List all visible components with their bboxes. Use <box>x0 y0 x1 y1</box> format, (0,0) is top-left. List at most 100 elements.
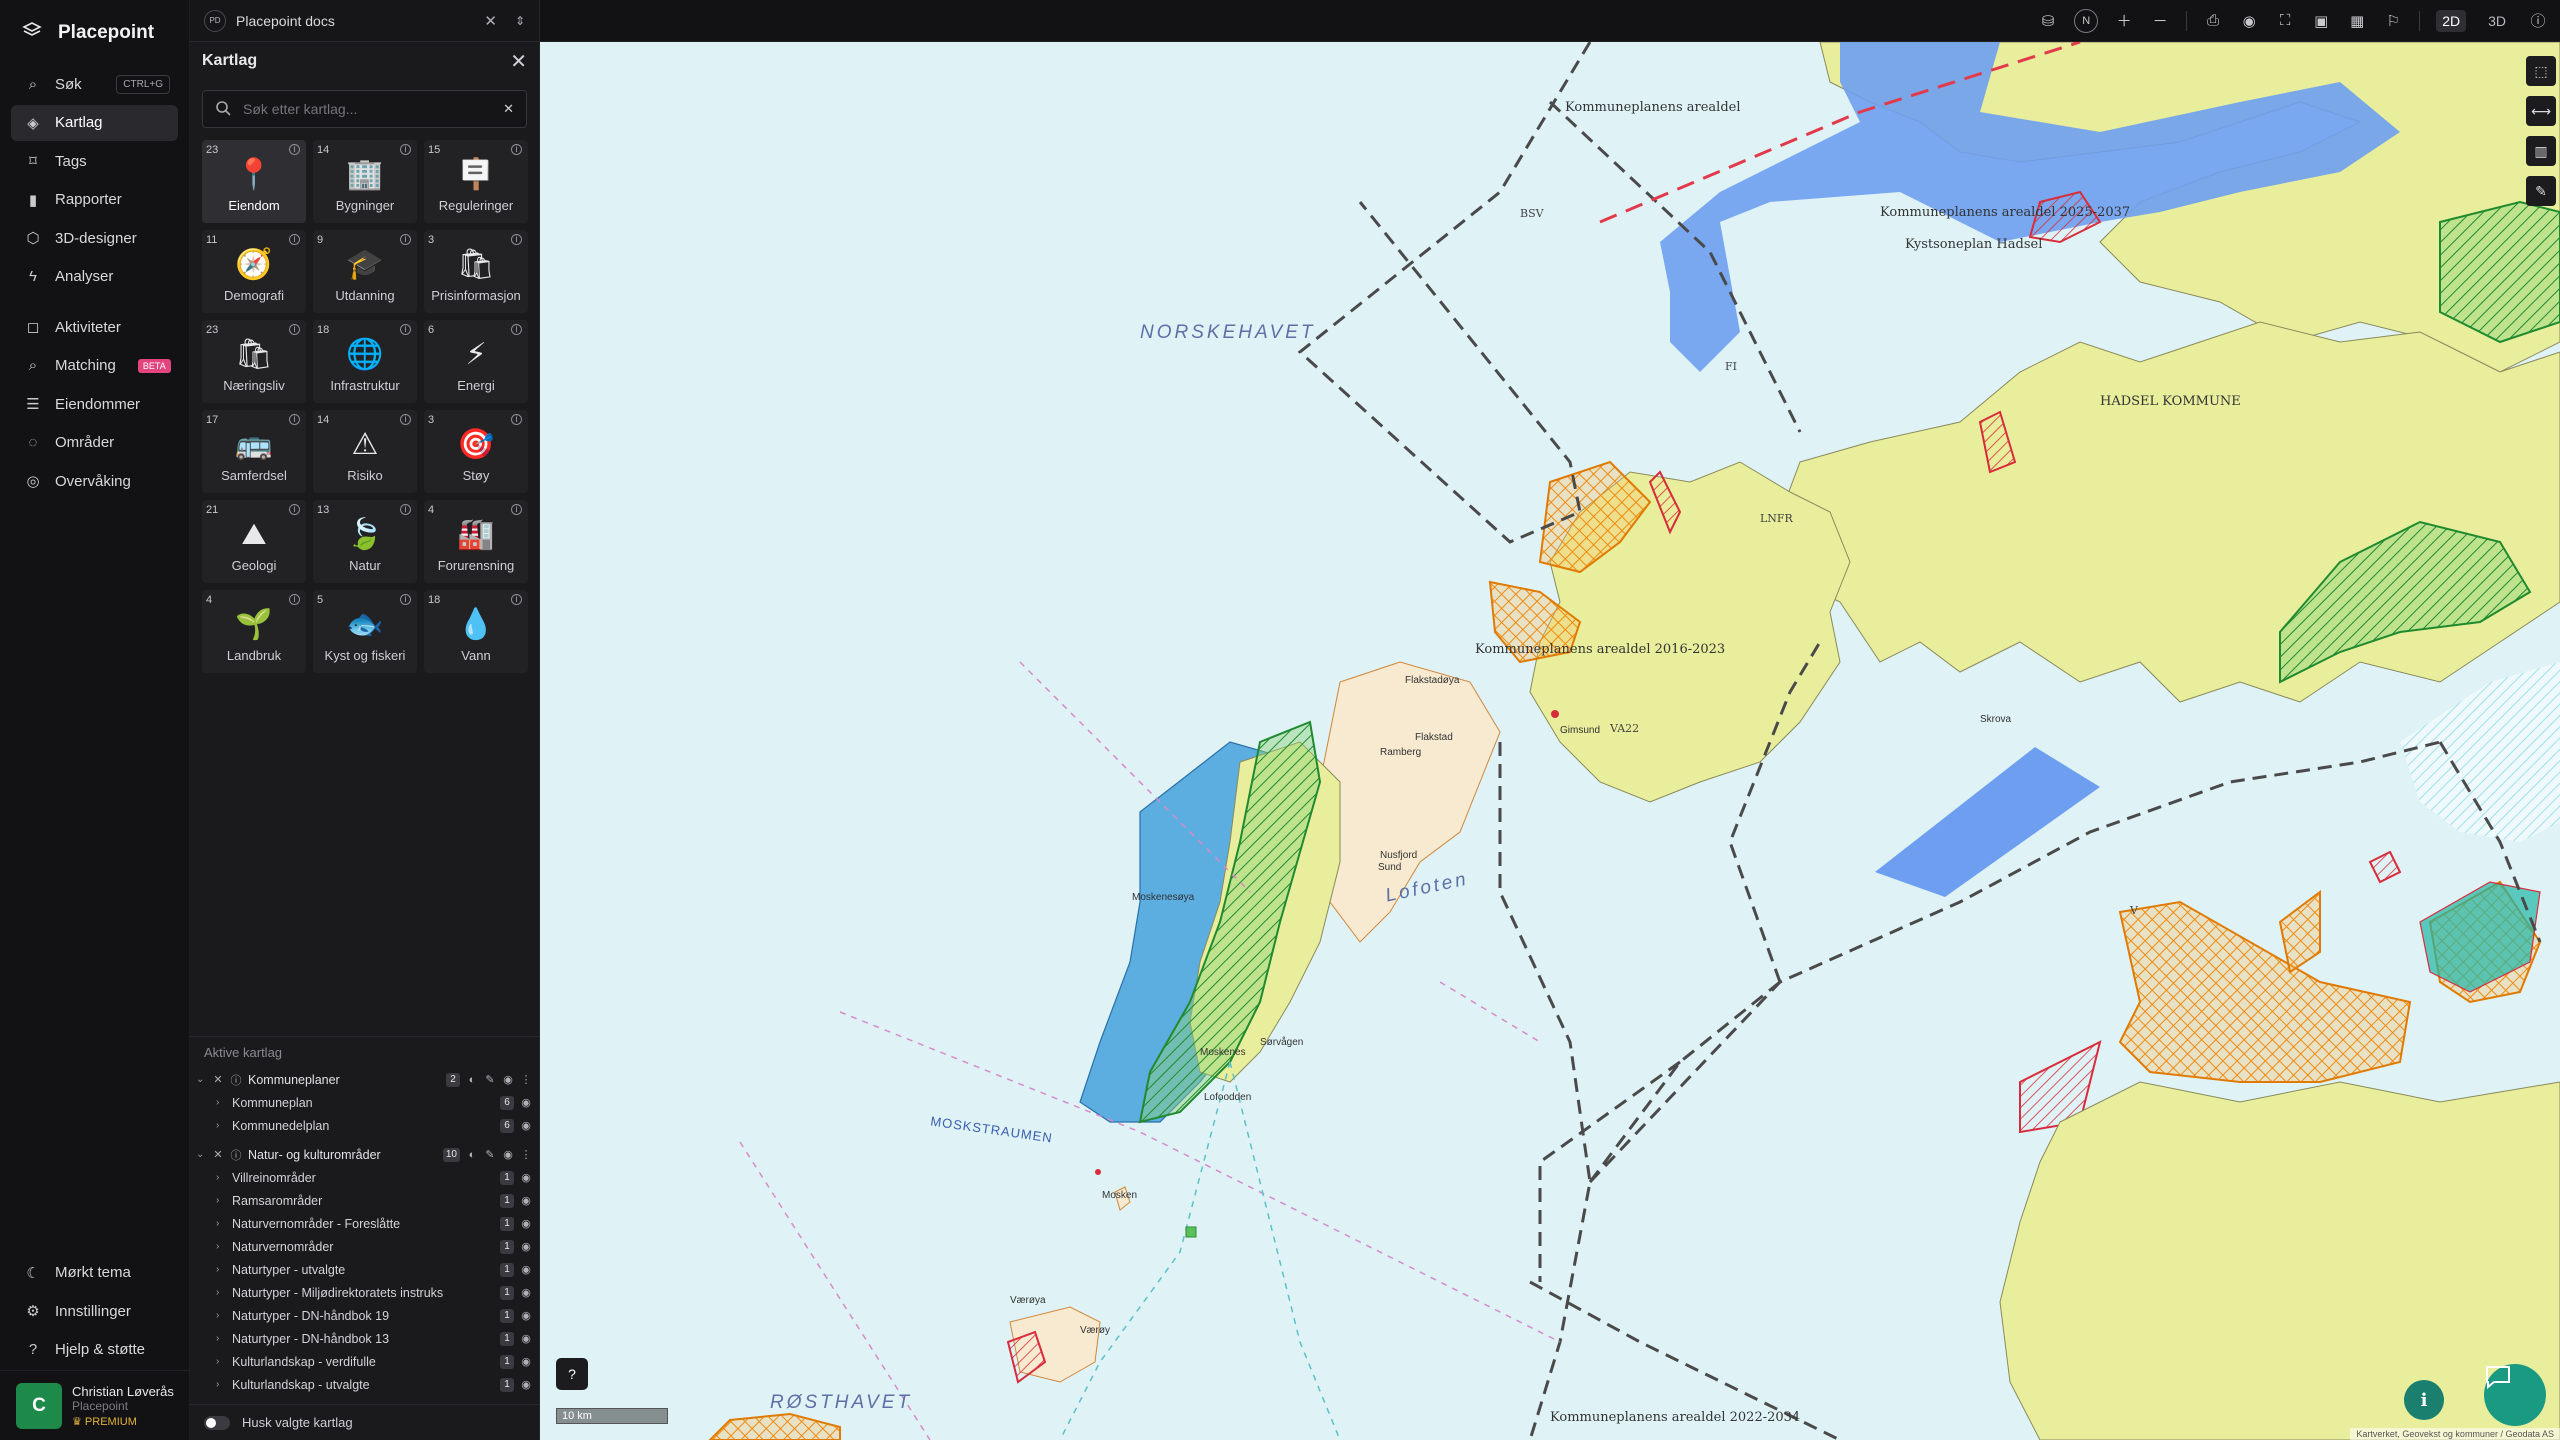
grid-icon[interactable]: ▦ <box>2347 11 2367 31</box>
remove-icon[interactable]: ✕ <box>212 1073 224 1086</box>
chevron-right-icon[interactable]: › <box>216 1356 226 1367</box>
category-tile-risiko[interactable]: 14 i ⚠ Risiko <box>313 410 417 493</box>
info-icon[interactable]: i <box>511 594 522 605</box>
edit-icon[interactable]: ✎ <box>484 1148 496 1161</box>
sidebar-item-tags[interactable]: ⌑ Tags <box>11 143 178 179</box>
map-help-icon[interactable]: ? <box>556 1358 588 1390</box>
category-tile-bygninger[interactable]: 14 i 🏢 Bygninger <box>313 140 417 223</box>
chevron-right-icon[interactable]: › <box>216 1264 226 1275</box>
layer-row[interactable]: › Naturtyper - utvalgte 1 ◉ <box>190 1258 540 1281</box>
info-icon[interactable]: ⓘ <box>2528 11 2548 31</box>
sidebar-item-analyser[interactable]: ϟ Analyser <box>11 259 178 295</box>
info-icon[interactable]: ⓘ <box>230 1072 242 1088</box>
user-card[interactable]: C Christian Løverås Placepoint ♛ PREMIUM <box>0 1370 190 1440</box>
eye-icon[interactable]: ◉ <box>520 1171 532 1184</box>
info-icon[interactable]: i <box>511 234 522 245</box>
category-tile-vann[interactable]: 18 i 💧 Vann <box>424 590 528 673</box>
layer-group[interactable]: ⌄ ✕ ⓘ Kommuneplaner 2 ◐ ✎ ◉ ⋮ <box>190 1068 540 1091</box>
layer-row[interactable]: › Naturtyper - DN-håndbok 13 1 ◉ <box>190 1327 540 1350</box>
chevron-right-icon[interactable]: › <box>216 1097 226 1108</box>
category-tile-forurensning[interactable]: 4 i 🏭 Forurensning <box>424 500 528 583</box>
info-icon[interactable]: i <box>289 504 300 515</box>
camera-icon[interactable]: ▣ <box>2311 11 2331 31</box>
layer-row[interactable]: › Naturtyper - Miljødirektoratets instruk… <box>190 1281 540 1304</box>
info-icon[interactable]: i <box>400 504 411 515</box>
chevron-right-icon[interactable]: › <box>216 1172 226 1183</box>
chevron-right-icon[interactable]: › <box>216 1120 226 1131</box>
category-tile-reguleringer[interactable]: 15 i 🪧 Reguleringer <box>424 140 528 223</box>
sidebar-item-3d[interactable]: ⬡ 3D-designer <box>11 220 178 256</box>
eye-icon[interactable]: ◉ <box>520 1263 532 1276</box>
opacity-icon[interactable]: ◐ <box>466 1074 478 1086</box>
info-icon[interactable]: i <box>511 414 522 425</box>
category-tile-natur[interactable]: 13 i 🍃 Natur <box>313 500 417 583</box>
layer-row[interactable]: › Kulturlandskap - verdifulle 1 ◉ <box>190 1350 540 1373</box>
eye-icon[interactable]: ◉ <box>520 1378 532 1391</box>
category-tile-prisinformasjon[interactable]: 3 i 🛍 Prisinformasjon <box>424 230 528 313</box>
category-tile-utdanning[interactable]: 9 i 🎓 Utdanning <box>313 230 417 313</box>
clear-search-icon[interactable]: ✕ <box>503 101 514 117</box>
sidebar-item-sok[interactable]: ⌕ Søk CTRL+G <box>11 66 178 102</box>
info-icon[interactable]: i <box>289 594 300 605</box>
sidebar-item-dark[interactable]: ☾ Mørkt tema <box>11 1255 179 1291</box>
remember-layers[interactable]: Husk valgte kartlag <box>190 1404 540 1440</box>
avatar[interactable]: C <box>16 1382 62 1429</box>
layer-search-input[interactable] <box>243 101 492 117</box>
chevron-right-icon[interactable]: › <box>216 1195 226 1206</box>
sidebar-item-omrader[interactable]: ◌ Områder <box>11 425 178 461</box>
category-tile-energi[interactable]: 6 i ⚡ Energi <box>424 320 528 403</box>
category-tile-næringsliv[interactable]: 23 i 🛍 Næringsliv <box>202 320 306 403</box>
info-button[interactable]: i <box>2404 1380 2444 1420</box>
category-tile-kyst-og-fiskeri[interactable]: 5 i 🐟 Kyst og fiskeri <box>313 590 417 673</box>
measure-icon[interactable]: ⟷ <box>2526 96 2556 126</box>
chevron-down-icon[interactable]: ⌄ <box>196 1074 206 1085</box>
category-tile-infrastruktur[interactable]: 18 i 🌐 Infrastruktur <box>313 320 417 403</box>
compass-icon[interactable]: N <box>2074 8 2099 33</box>
more-icon[interactable]: ⋮ <box>520 1073 532 1086</box>
sidebar-item-rapporter[interactable]: ▮ Rapporter <box>11 182 178 218</box>
info-icon[interactable]: i <box>400 594 411 605</box>
info-icon[interactable]: i <box>289 414 300 425</box>
eye-icon[interactable]: ◉ <box>520 1240 532 1253</box>
layer-group[interactable]: ⌄ ✕ ⓘ Natur- og kulturområder 10 ◐ ✎ ◉ ⋮ <box>190 1143 540 1166</box>
remove-icon[interactable]: ✕ <box>212 1148 224 1161</box>
eye-icon[interactable]: ◉ <box>520 1217 532 1230</box>
category-tile-demografi[interactable]: 11 i 🧭 Demografi <box>202 230 306 313</box>
info-icon[interactable]: i <box>511 504 522 515</box>
layer-row[interactable]: › Naturtyper - DN-håndbok 19 1 ◉ <box>190 1304 540 1327</box>
eye-icon[interactable]: ◉ <box>520 1286 532 1299</box>
chevron-right-icon[interactable]: › <box>216 1287 226 1298</box>
close-icon[interactable]: ✕ <box>484 12 497 30</box>
bookmark-icon[interactable]: ⚐ <box>2383 11 2403 31</box>
category-tile-støy[interactable]: 3 i 🎯 Støy <box>424 410 528 493</box>
eye-icon[interactable]: ◉ <box>502 1148 514 1161</box>
close-panel-icon[interactable]: ✕ <box>510 49 527 74</box>
chat-button[interactable] <box>2484 1364 2546 1426</box>
chevron-down-icon[interactable]: ⌄ <box>196 1149 206 1160</box>
brand[interactable]: Placepoint <box>0 0 189 66</box>
draw-icon[interactable]: ✎ <box>2526 176 2556 206</box>
sidebar-item-overvaking[interactable]: ◎ Overvåking <box>11 463 178 499</box>
eye-icon[interactable]: ◉ <box>520 1096 532 1109</box>
layer-row[interactable]: › Kommuneplan 6 ◉ <box>190 1091 540 1114</box>
mode-3d-button[interactable]: 3D <box>2482 10 2512 32</box>
info-icon[interactable]: i <box>400 144 411 155</box>
sidebar-item-aktiviteter[interactable]: ◻ Aktiviteter <box>11 309 178 345</box>
eye-icon[interactable]: ◉ <box>502 1073 514 1086</box>
layer-row[interactable]: › Naturvernområder - Foreslåtte 1 ◉ <box>190 1212 540 1235</box>
info-icon[interactable]: ⓘ <box>230 1147 242 1163</box>
sidebar-item-eiendommer[interactable]: ☰ Eiendommer <box>11 386 178 422</box>
layer-row[interactable]: › Villreinområder 1 ◉ <box>190 1166 540 1189</box>
layer-row[interactable]: › Ramsarområder 1 ◉ <box>190 1189 540 1212</box>
info-icon[interactable]: i <box>400 234 411 245</box>
info-icon[interactable]: i <box>511 324 522 335</box>
eye-icon[interactable]: ◉ <box>520 1194 532 1207</box>
chevron-right-icon[interactable]: › <box>216 1379 226 1390</box>
sidebar-item-matching[interactable]: ⌕ Matching BETA <box>11 348 178 384</box>
category-tile-geologi[interactable]: 21 i ⛰ Geologi <box>202 500 306 583</box>
mode-2d-button[interactable]: 2D <box>2436 9 2467 32</box>
sidebar-item-help[interactable]: ? Hjelp & støtte <box>11 1332 179 1368</box>
layers-stack-icon[interactable]: ⛁ <box>2038 11 2058 31</box>
info-icon[interactable]: i <box>511 144 522 155</box>
map-canvas[interactable]: NORSKEHAVET Lofoten MOSKSTRAUMEN RØSTHAVET K… <box>540 42 2560 1440</box>
